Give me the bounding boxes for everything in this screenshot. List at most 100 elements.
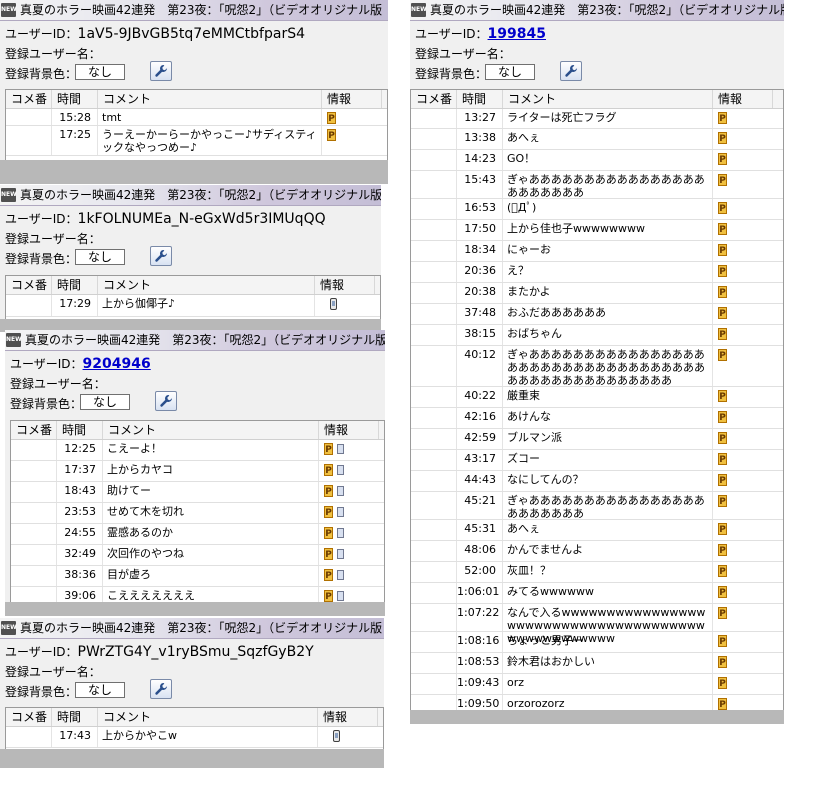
column-header[interactable]: 情報 xyxy=(318,708,378,726)
column-header[interactable]: コメント xyxy=(98,276,315,294)
comment-row[interactable]: 18:34 にゃーお P xyxy=(411,241,783,262)
comment-row[interactable]: 1:07:22 なんで入るwwwwwwwwwwwwwwwwwwwwwwwwwwww… xyxy=(411,604,783,645)
column-header[interactable]: コメ番 xyxy=(411,90,457,108)
comment-row[interactable]: 17:25 うーえーかーらーかやっこー♪サディスティックなやっつめー♪ P xyxy=(6,126,387,156)
column-header[interactable]: 情報 xyxy=(319,421,379,439)
window-title: 真夏のホラー映画42連発 第23夜：「呪怨2」（ビデオオリジナル版 xyxy=(20,188,381,202)
background-color-value: なし xyxy=(80,394,130,410)
wrench-icon[interactable] xyxy=(150,679,172,699)
comment-row[interactable]: 17:50 上から佳也子wwwwwwww P xyxy=(411,220,783,241)
comment-row[interactable]: 42:59 ブルマン派 P xyxy=(411,429,783,450)
comment-row[interactable]: 20:36 え？ P xyxy=(411,262,783,283)
comment-text: なにしてんの？ xyxy=(503,471,713,491)
comment-row[interactable]: 20:38 またかよ P xyxy=(411,283,783,304)
comment-time: 17:29 xyxy=(52,295,98,316)
column-header[interactable]: コメント xyxy=(98,90,322,108)
comment-row[interactable]: 38:15 おばちゃん P xyxy=(411,325,783,346)
column-header[interactable]: コメ番 xyxy=(6,708,52,726)
background-color-line: 登録背景色： なし xyxy=(5,61,172,82)
comment-row[interactable]: 1:08:16 ちょっと男子ー P xyxy=(411,632,783,653)
column-header[interactable]: 時間 xyxy=(52,90,98,108)
list-footer-bar xyxy=(410,710,784,724)
comment-row[interactable]: 40:12 ぎゃあああああああああああああああああああああああああああああああああ… xyxy=(411,346,783,387)
comment-list[interactable]: コメ番 時間 コメント 情報 13:27 ライターは死亡フラグ P 13:38 あへぇ P 14:2… xyxy=(410,89,784,712)
comment-text: せめて木を切れ xyxy=(103,503,319,523)
premium-icon: P xyxy=(718,677,727,689)
comment-number-cell xyxy=(11,461,57,481)
column-header[interactable]: 情報 xyxy=(713,90,773,108)
column-header[interactable]: 時間 xyxy=(57,421,103,439)
wrench-icon[interactable] xyxy=(560,61,582,81)
comment-text: こえーよ！ xyxy=(103,440,319,460)
comment-row[interactable]: 15:43 ぎゃあああああああああああああああああああああああ P xyxy=(411,171,783,199)
premium-icon: P xyxy=(718,244,727,256)
comment-row[interactable]: 17:37 上からカヤコ P xyxy=(11,461,384,482)
wrench-icon[interactable] xyxy=(155,391,177,411)
comment-text: ぎゃあああああああああああああああああああああああ xyxy=(503,171,713,199)
comment-row[interactable]: 17:29 上から伽倻子♪ xyxy=(6,295,380,317)
comment-row[interactable]: 12:25 こえーよ！ P xyxy=(11,440,384,461)
comment-list[interactable]: コメ番 時間 コメント 情報 12:25 こえーよ！ P 17:37 上からカヤコ P 18:43 助… xyxy=(10,420,385,604)
comment-row[interactable]: 15:28 tmt P xyxy=(6,109,387,126)
column-header[interactable]: コメント xyxy=(503,90,713,108)
column-header[interactable]: コメ番 xyxy=(6,276,52,294)
premium-icon: P xyxy=(718,112,727,124)
comment-row[interactable]: 52:00 灰皿！？ P xyxy=(411,562,783,583)
comment-number-cell xyxy=(411,674,457,694)
background-color-label: 登録背景色： xyxy=(5,252,78,266)
comment-row[interactable]: 14:23 GO！ P xyxy=(411,150,783,171)
comment-row[interactable]: 13:38 あへぇ P xyxy=(411,129,783,150)
comment-time: 17:37 xyxy=(57,461,103,481)
user-id-link[interactable]: 9204946 xyxy=(83,356,151,372)
column-header[interactable]: 情報 xyxy=(315,276,375,294)
comment-row[interactable]: 32:49 次回作のやつね P xyxy=(11,545,384,566)
comment-row[interactable]: 42:16 あけんな P xyxy=(411,408,783,429)
comment-info-cell: P xyxy=(713,653,773,673)
window-titlebar: NEW 真夏のホラー映画42連発 第23夜：「呪怨2」（ビデオオリジナル版 xyxy=(0,618,384,639)
comment-row[interactable]: 18:43 助けてー P xyxy=(11,482,384,503)
user-comment-panel: NEW 真夏のホラー映画42連発 第23夜：「呪怨2」（ビデオオリジナル版 ユーザー… xyxy=(0,0,388,184)
user-id-label: ユーザーID： xyxy=(415,27,488,41)
comment-row[interactable]: 23:53 せめて木を切れ P xyxy=(11,503,384,524)
wrench-icon[interactable] xyxy=(150,61,172,81)
wrench-icon[interactable] xyxy=(150,246,172,266)
column-header[interactable]: 時間 xyxy=(52,708,98,726)
comment-list[interactable]: コメ番 時間 コメント 情報 15:28 tmt P 17:25 うーえーかーらーかやっこー♪サ… xyxy=(5,89,388,162)
premium-icon: P xyxy=(718,565,727,577)
column-header[interactable]: 時間 xyxy=(457,90,503,108)
column-header[interactable]: コメント xyxy=(98,708,318,726)
comment-row[interactable]: 1:08:53 鈴木君はおかしい P xyxy=(411,653,783,674)
user-id-link[interactable]: 199845 xyxy=(488,26,546,42)
comment-number-cell xyxy=(411,346,457,386)
comment-row[interactable]: 48:06 かんでませんよ P xyxy=(411,541,783,562)
column-header[interactable]: コメント xyxy=(103,421,319,439)
comment-row[interactable]: 24:55 霊感あるのか P xyxy=(11,524,384,545)
comment-row[interactable]: 37:48 おふだああああああ P xyxy=(411,304,783,325)
comment-row[interactable]: 38:36 目が虚ろ P xyxy=(11,566,384,587)
comment-info-cell: P xyxy=(319,524,379,544)
comment-row[interactable]: 43:17 ズコー P xyxy=(411,450,783,471)
comment-row[interactable]: 1:06:01 みてるwwwwww P xyxy=(411,583,783,604)
device-icon xyxy=(337,507,344,517)
user-name-label: 登録ユーザー名： xyxy=(5,47,101,61)
comment-text: 上からカヤコ xyxy=(103,461,319,481)
comment-time: 38:15 xyxy=(457,325,503,345)
comment-row[interactable]: 13:27 ライターは死亡フラグ P xyxy=(411,109,783,129)
column-header[interactable]: 情報 xyxy=(322,90,382,108)
column-header[interactable]: コメ番 xyxy=(11,421,57,439)
column-header[interactable]: コメ番 xyxy=(6,90,52,108)
background-color-value: なし xyxy=(75,682,125,698)
comment-number-cell xyxy=(11,524,57,544)
comment-row[interactable]: 45:21 ぎゃあああああああああああああああああああああああ P xyxy=(411,492,783,520)
comment-list[interactable]: コメ番 時間 コメント 情報 17:29 上から伽倻子♪ xyxy=(5,275,381,321)
comment-row[interactable]: 17:43 上からかやこw xyxy=(6,727,383,748)
column-header[interactable]: 時間 xyxy=(52,276,98,294)
comment-row[interactable]: 16:53 (ﾟДﾟ) P xyxy=(411,199,783,220)
premium-icon: P xyxy=(718,328,727,340)
comment-row[interactable]: 1:09:43 orz P xyxy=(411,674,783,695)
comment-list[interactable]: コメ番 時間 コメント 情報 17:43 上からかやこw xyxy=(5,707,384,751)
comment-row[interactable]: 45:31 あへぇ P xyxy=(411,520,783,541)
comment-number-cell xyxy=(11,503,57,523)
comment-row[interactable]: 40:22 厳重束 P xyxy=(411,387,783,408)
comment-row[interactable]: 44:43 なにしてんの？ P xyxy=(411,471,783,492)
